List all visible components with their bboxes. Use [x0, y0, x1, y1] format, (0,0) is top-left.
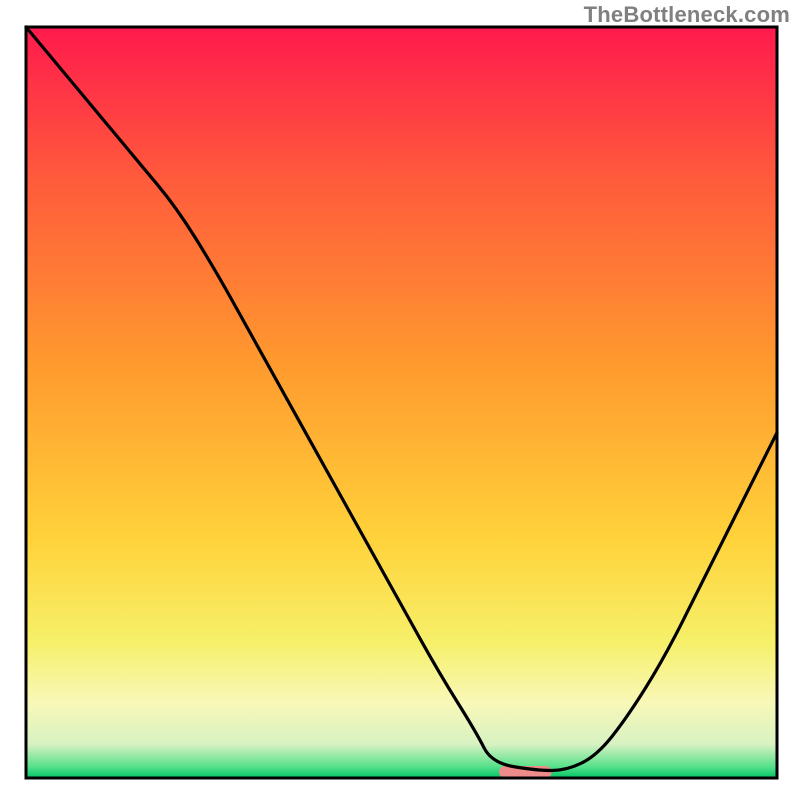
chart-container: TheBottleneck.com [0, 0, 800, 800]
watermark-text: TheBottleneck.com [584, 2, 790, 28]
plot-background [26, 27, 777, 778]
bottleneck-chart [0, 0, 800, 800]
